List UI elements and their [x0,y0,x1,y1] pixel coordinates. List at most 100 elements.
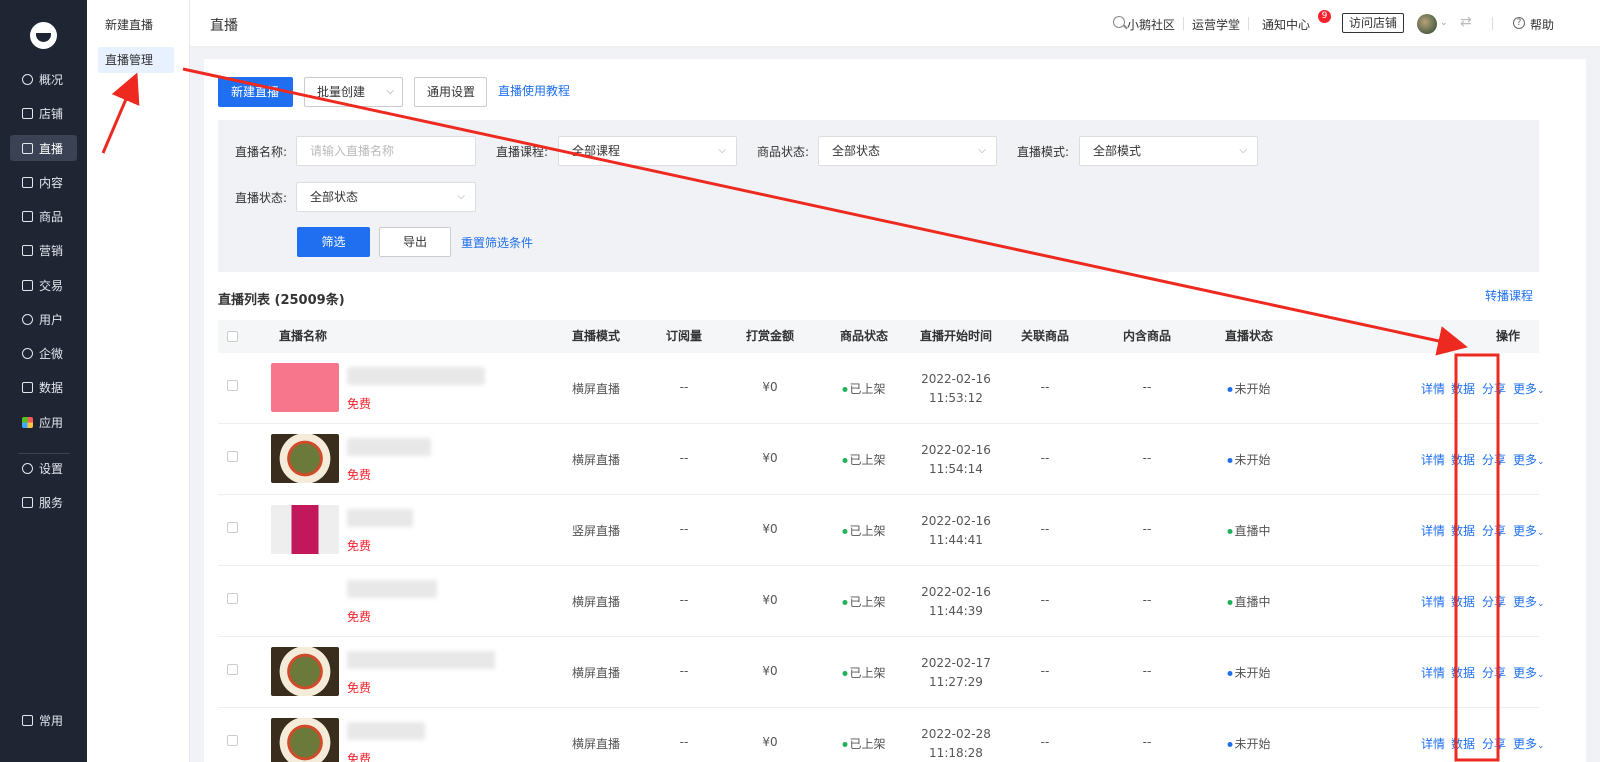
export-button[interactable]: 导出 [379,227,451,257]
course-select[interactable]: 全部课程 ⌵ [558,136,737,166]
share-link[interactable]: 分享 [1482,735,1506,752]
share-link[interactable]: 分享 [1482,664,1506,681]
linked-goods: -- [1040,451,1050,465]
more-link[interactable]: 更多⌄ [1513,664,1545,681]
nav-item-wecom[interactable]: 企微 [10,340,77,366]
detail-link[interactable]: 详情 [1421,593,1445,610]
nav-item-shop[interactable]: 店铺 [10,100,77,126]
goods-status: 已上架 [842,522,886,539]
share-link[interactable]: 分享 [1482,380,1506,397]
row-checkbox[interactable] [227,522,238,533]
data-link[interactable]: 数据 [1451,593,1475,610]
detail-link[interactable]: 详情 [1421,664,1445,681]
reward-amount: ¥0 [762,664,778,678]
chevron-down-icon: ⌵ [978,145,986,156]
name-search-input[interactable]: 请输入直播名称 [296,136,476,166]
more-link[interactable]: 更多⌄ [1513,380,1545,397]
chevron-down-icon[interactable]: ⌄ [1440,18,1448,28]
transfer-course-link[interactable]: 转播课程 [1485,287,1533,304]
notification-center-link[interactable]: 通知中心 [1262,16,1310,33]
nav-item-label: 数据 [39,380,64,395]
search-icon[interactable] [1113,16,1125,28]
filter-panel: 直播名称: 请输入直播名称 直播课程: 全部课程 ⌵ 商品状态: 全部状态 ⌵ 直播… [218,120,1539,272]
row-checkbox[interactable] [227,593,238,604]
nav-item-apps[interactable]: 应用 [10,409,77,435]
share-link[interactable]: 分享 [1482,451,1506,468]
data-link[interactable]: 数据 [1451,664,1475,681]
community-link[interactable]: 小鹅社区 [1127,16,1175,33]
detail-link[interactable]: 详情 [1421,735,1445,752]
included-goods: -- [1142,735,1152,749]
goods-status: 已上架 [842,380,886,397]
row-checkbox[interactable] [227,735,238,746]
general-settings-button[interactable]: 通用设置 [414,77,487,107]
chevron-down-icon: ⌵ [1239,145,1247,156]
share-link[interactable]: 分享 [1482,593,1506,610]
detail-link[interactable]: 详情 [1421,380,1445,397]
new-live-button[interactable]: 新建直播 [218,77,293,107]
included-goods: -- [1142,522,1152,536]
live-status-text: 未开始 [1234,666,1271,680]
nav-item-trade[interactable]: 交易 [10,272,77,298]
sub-nav: 新建直播 直播管理 [87,0,190,762]
detail-link[interactable]: 详情 [1421,451,1445,468]
swap-icon[interactable]: ⇄ [1460,14,1472,30]
share-link[interactable]: 分享 [1482,522,1506,539]
more-link[interactable]: 更多⌄ [1513,451,1545,468]
status-dot [842,458,848,463]
nav-item-live[interactable]: 直播 [10,135,77,161]
more-link[interactable]: 更多⌄ [1513,735,1545,752]
nav-item-settings[interactable]: 设置 [10,455,77,481]
column-header: 打赏金额 [745,329,795,343]
visit-shop-button[interactable]: 访问店铺 [1342,13,1405,33]
nav-item-content[interactable]: 内容 [10,169,77,195]
academy-link[interactable]: 运营学堂 [1192,16,1240,33]
goods-status-select[interactable]: 全部状态 ⌵ [818,136,997,166]
tutorial-link[interactable]: 直播使用教程 [498,82,570,99]
goods-status-text: 已上架 [849,737,886,751]
row-checkbox[interactable] [227,380,238,391]
status-dot [842,529,848,534]
subnav-item-live-manage[interactable]: 直播管理 [98,47,174,73]
status-dot [1227,529,1233,534]
nav-item-user[interactable]: 用户 [10,306,77,332]
brand-logo[interactable] [30,22,57,49]
help-link[interactable]: 帮助 [1530,16,1554,33]
reset-filters-link[interactable]: 重置筛选条件 [461,234,533,251]
avatar[interactable] [1417,14,1437,34]
row-checkbox[interactable] [227,664,238,675]
mode-select-value: 全部模式 [1093,144,1142,158]
row-checkbox[interactable] [227,451,238,462]
nav-item-data[interactable]: 数据 [10,374,77,400]
table-row: 免费 横屏直播 -- ¥0 已上架 2022-02-16 11:54:14 -- … [218,424,1545,495]
live-status-select[interactable]: 全部状态 ⌵ [296,182,476,212]
batch-create-button[interactable]: 批量创建 ⌵ [304,77,403,107]
data-link[interactable]: 数据 [1451,522,1475,539]
scrollbar[interactable] [1586,47,1600,762]
nav-item-common[interactable]: 常用 [10,707,77,733]
filter-button[interactable]: 筛选 [297,227,370,257]
data-link[interactable]: 数据 [1451,380,1475,397]
detail-link[interactable]: 详情 [1421,522,1445,539]
price-label: 免费 [347,539,372,553]
data-link[interactable]: 数据 [1451,735,1475,752]
more-link[interactable]: 更多⌄ [1513,522,1545,539]
nav-item-overview[interactable]: 概况 [10,66,77,92]
nav-item-marketing[interactable]: 营销 [10,237,77,263]
nav-item-goods[interactable]: 商品 [10,203,77,229]
live-mode: 横屏直播 [571,737,621,751]
data-link[interactable]: 数据 [1451,451,1475,468]
more-label: 更多 [1513,737,1538,751]
chevron-down-icon: ⌄ [1537,741,1545,751]
nav-item-service[interactable]: 服务 [10,489,77,515]
goods-status: 已上架 [842,593,886,610]
subnav-item-new-live[interactable]: 新建直播 [98,12,174,38]
more-link[interactable]: 更多⌄ [1513,593,1545,610]
subscriptions: -- [679,664,689,678]
select-all-checkbox[interactable] [227,331,238,342]
more-label: 更多 [1513,666,1538,680]
header-divider [1248,17,1249,30]
mode-select[interactable]: 全部模式 ⌵ [1079,136,1258,166]
live-status-text: 未开始 [1234,737,1271,751]
help-icon[interactable]: ? [1513,17,1525,29]
